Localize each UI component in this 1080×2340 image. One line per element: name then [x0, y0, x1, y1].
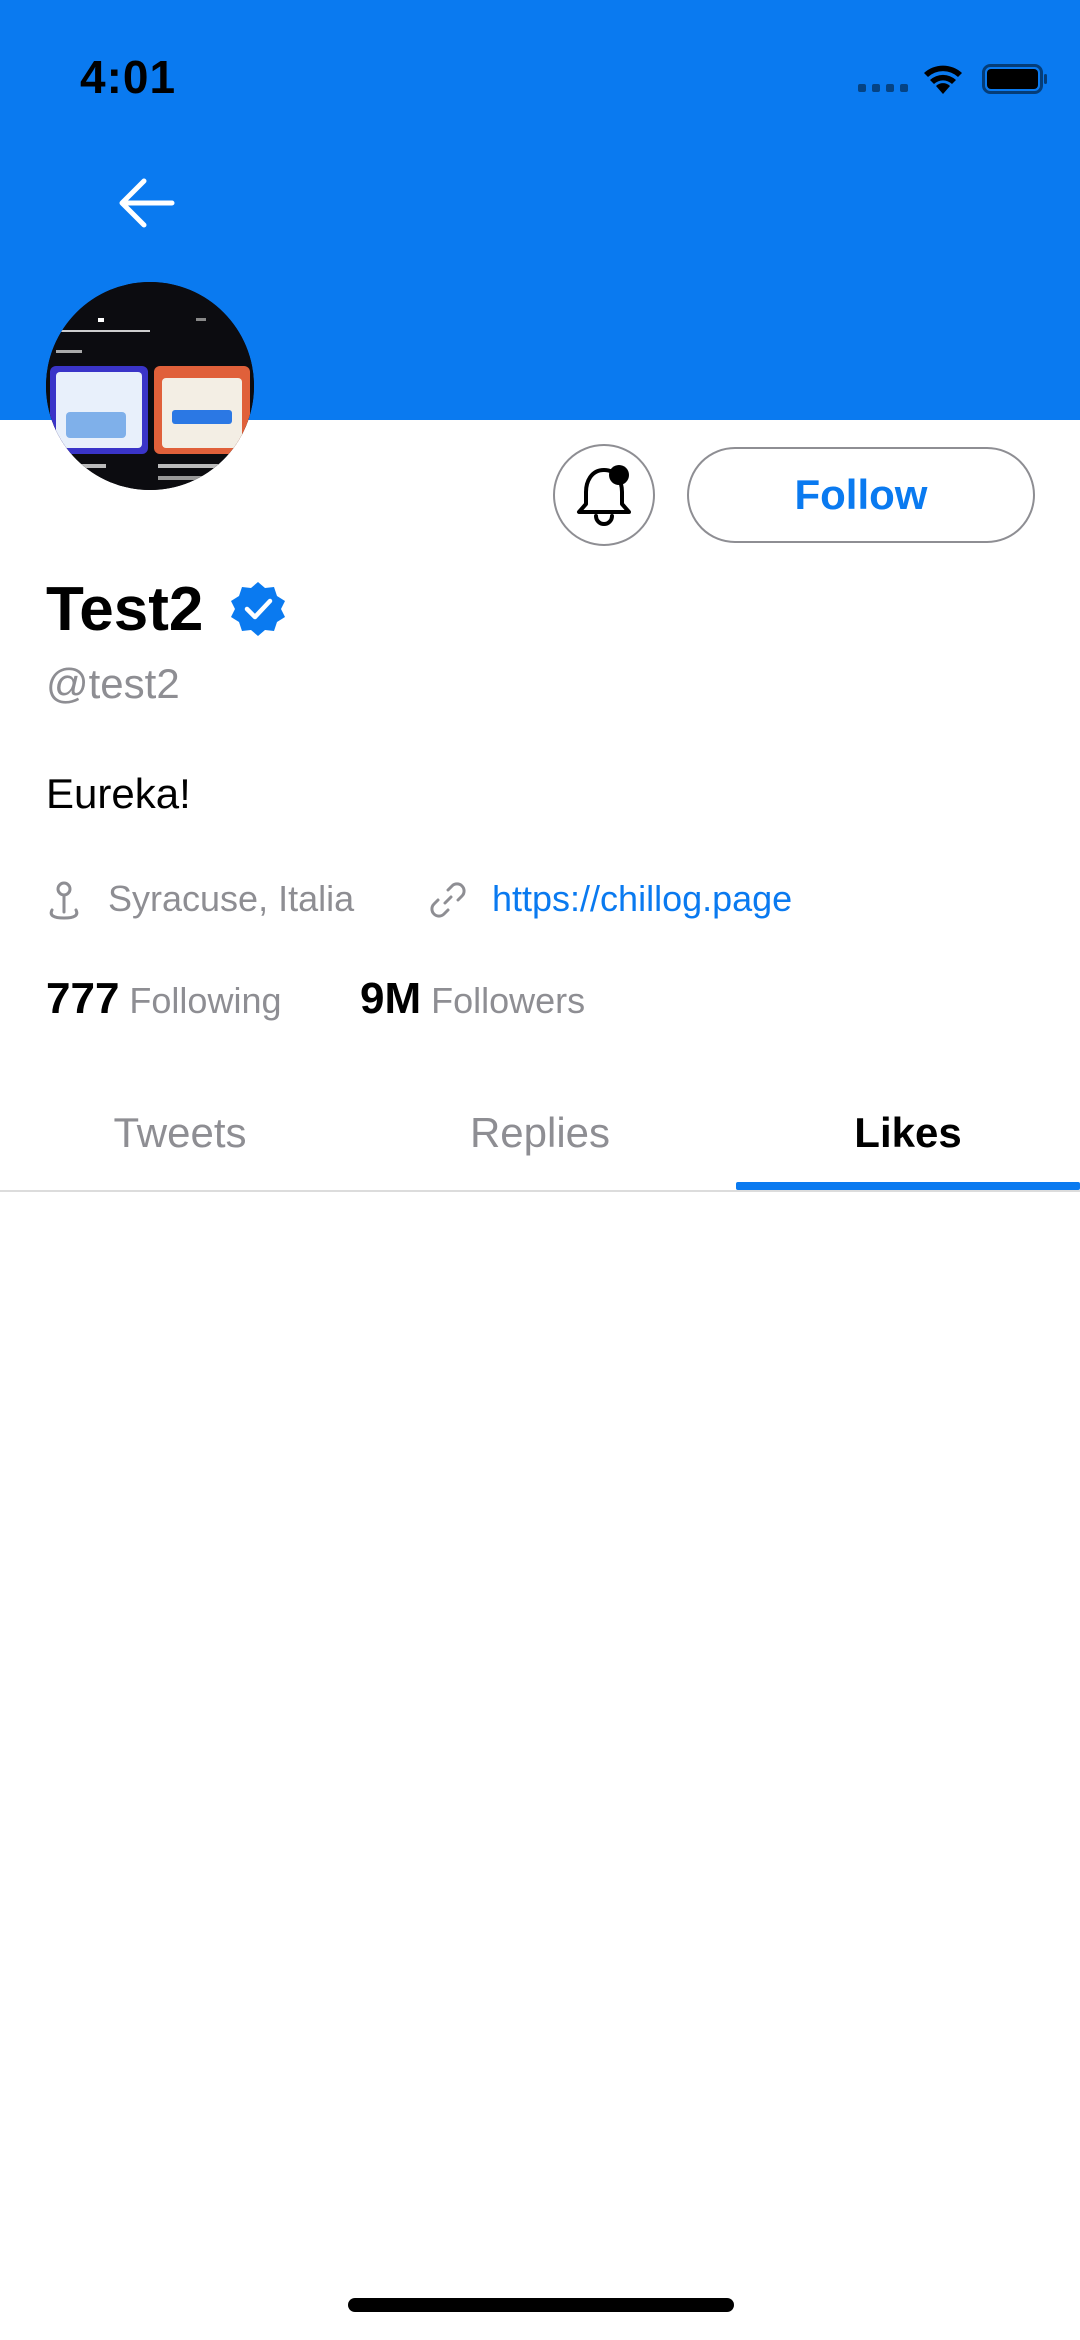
- tab-replies[interactable]: Replies: [360, 1076, 720, 1190]
- display-name: Test2: [46, 574, 204, 644]
- avatar-image: [46, 282, 254, 490]
- followers-count: 9M: [360, 974, 422, 1023]
- back-button[interactable]: [110, 168, 190, 238]
- profile-handle: @test2: [46, 660, 180, 707]
- location-pin-icon: [49, 881, 79, 920]
- cellular-signal-icon: [858, 84, 908, 92]
- battery-icon: [982, 64, 1047, 94]
- following-label: Following: [129, 980, 282, 1021]
- bell-icon: [577, 465, 631, 526]
- likes-feed: [0, 1194, 1080, 2274]
- profile-bio: Eureka!: [46, 770, 191, 817]
- profile-website-link[interactable]: https://chillog.page: [492, 878, 792, 920]
- followers-stat[interactable]: 9M Followers: [360, 974, 585, 1024]
- following-stat[interactable]: 777 Following: [46, 974, 282, 1024]
- profile-tabs: Tweets Replies Likes: [0, 1076, 1080, 1192]
- profile-screen: 4:01 Follow Test2 @test2 Eureka! Syracus…: [0, 0, 1080, 2340]
- home-indicator[interactable]: [348, 2298, 734, 2312]
- link-icon: [430, 882, 466, 918]
- avatar[interactable]: [46, 282, 254, 490]
- wifi-icon: [924, 65, 962, 94]
- tab-likes[interactable]: Likes: [728, 1076, 1080, 1190]
- verified-badge-icon: [231, 582, 286, 636]
- follow-button[interactable]: Follow: [687, 447, 1035, 543]
- profile-location: Syracuse, Italia: [108, 878, 355, 919]
- arrow-left-icon: [119, 178, 175, 228]
- profile-meta: Syracuse, Italia https://chillog.page: [46, 872, 1026, 928]
- status-bar: 4:01: [0, 0, 1080, 150]
- notification-bell-button[interactable]: [553, 444, 655, 546]
- followers-label: Followers: [431, 980, 586, 1021]
- following-count: 777: [46, 974, 120, 1023]
- status-time: 4:01: [80, 51, 177, 103]
- profile-stats: 777 Following 9M Followers: [46, 974, 1026, 1034]
- name-row: Test2: [46, 574, 287, 644]
- tab-tweets[interactable]: Tweets: [0, 1076, 360, 1190]
- active-tab-indicator: [736, 1182, 1080, 1190]
